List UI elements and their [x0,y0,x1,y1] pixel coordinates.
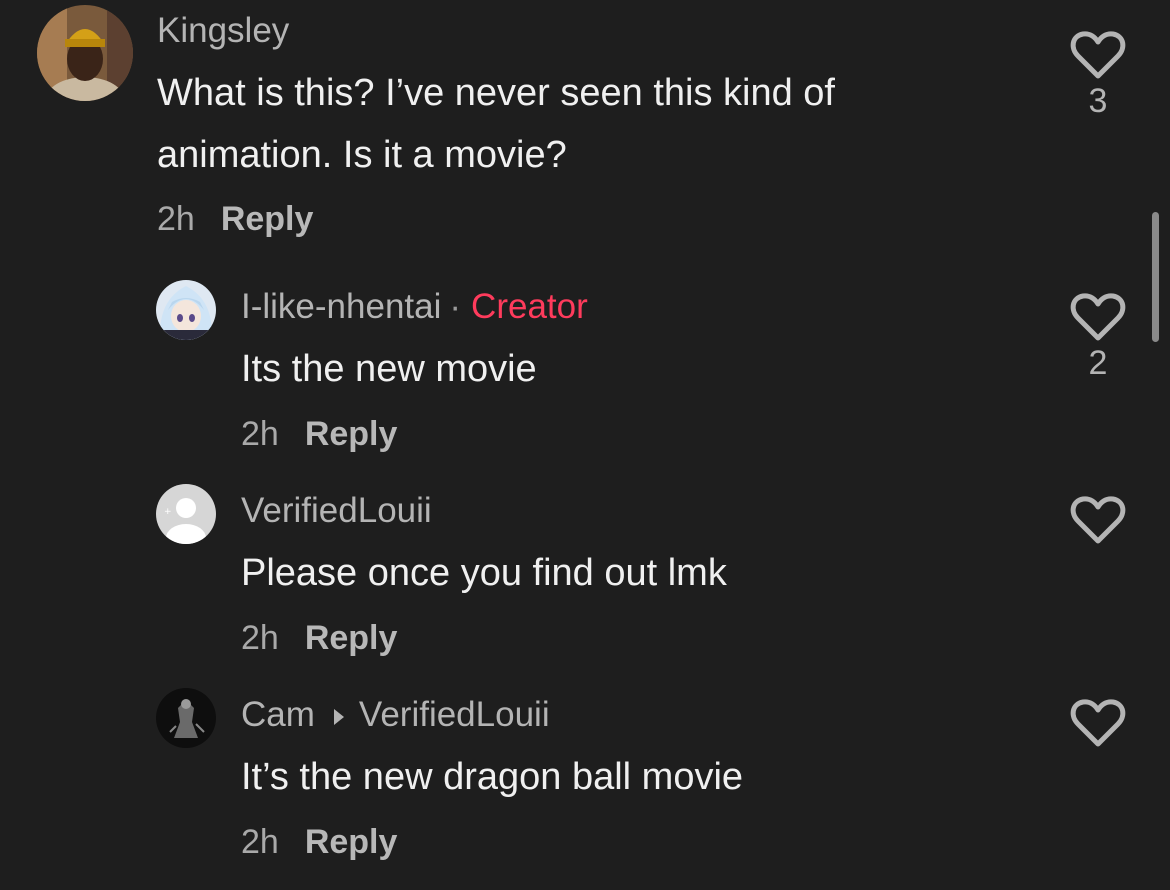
avatar[interactable] [37,5,133,101]
like-button[interactable]: 3 [1068,30,1128,121]
heart-outline-icon [1070,699,1126,747]
comment-text: It’s the new dragon ball movie [241,756,744,798]
username-line: Cam VerifiedLouii [241,695,550,735]
reply-button[interactable]: Reply [305,823,398,861]
comment-text-line: animation. Is it a movie? [157,134,567,176]
reply-to-username[interactable]: VerifiedLouii [359,695,550,734]
comment-meta: 2h Reply [241,823,397,862]
comment-text: What is this? I’ve never seen this kind … [157,62,835,186]
like-count: 3 [1088,82,1108,120]
comment-text: Its the new movie [241,348,537,390]
username[interactable]: Cam [241,695,315,734]
timestamp: 2h [241,415,279,453]
svg-text:+: + [164,507,172,517]
comment-text-line: What is this? I’ve never seen this kind … [157,72,835,114]
timestamp: 2h [157,200,195,238]
reply-button[interactable]: Reply [305,619,398,657]
comment-meta: 2h Reply [241,619,397,658]
heart-outline-icon [1070,31,1126,79]
avatar[interactable] [156,280,216,340]
comment-text: Please once you find out lmk [241,552,727,594]
heart-outline-icon [1070,496,1126,544]
username[interactable]: Kingsley [157,11,289,51]
like-button[interactable]: 2 [1068,292,1128,383]
like-button[interactable] [1068,495,1128,545]
heart-outline-icon [1070,293,1126,341]
timestamp: 2h [241,619,279,657]
timestamp: 2h [241,823,279,861]
separator-dot: · [449,287,462,326]
reply-button[interactable]: Reply [305,415,398,453]
username-line: I-like-nhentai · Creator [241,287,588,327]
username[interactable]: VerifiedLouii [241,491,432,531]
like-count: 2 [1088,344,1108,382]
comment-meta: 2h Reply [241,415,397,454]
caret-right-icon [333,708,344,725]
avatar[interactable] [156,688,216,748]
scrollbar[interactable] [1152,212,1159,342]
avatar[interactable]: + [156,484,216,544]
creator-badge: Creator [471,287,588,326]
like-button[interactable] [1068,698,1128,748]
reply-button[interactable]: Reply [221,200,314,238]
username[interactable]: I-like-nhentai [241,287,441,326]
comment-meta: 2h Reply [157,200,313,239]
